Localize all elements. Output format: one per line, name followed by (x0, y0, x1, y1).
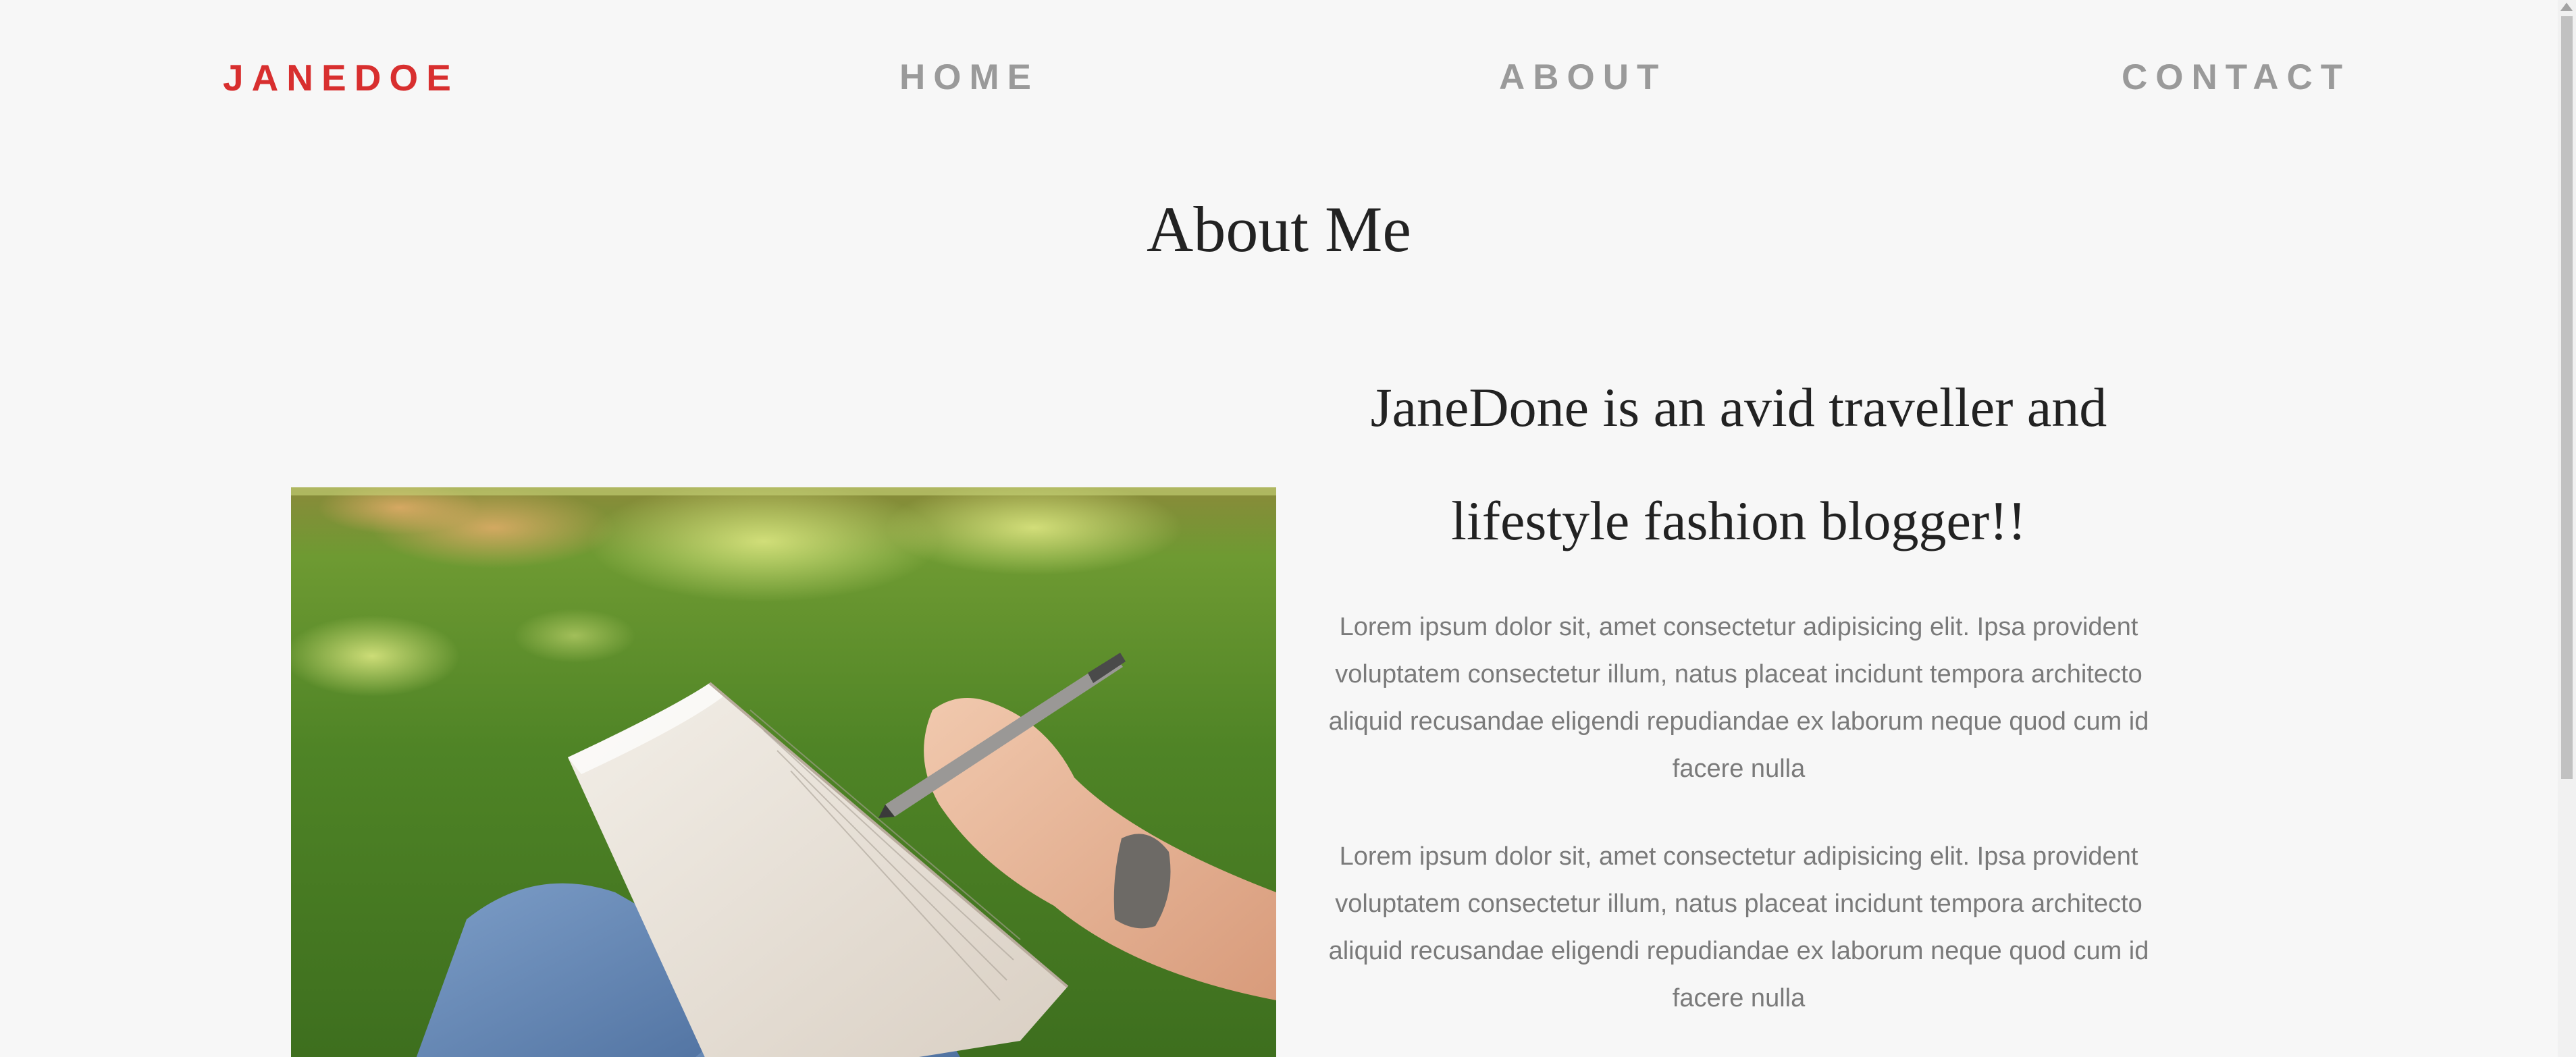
nav-link-contact[interactable]: CONTACT (2122, 54, 2350, 101)
brand-logo-link[interactable]: JANEDOE (223, 54, 459, 101)
about-paragraph: Lorem ipsum dolor sit, amet consectetur … (1328, 842, 2149, 1012)
nav-link-home[interactable]: HOME (899, 54, 1039, 101)
about-page: JANEDOE HOME ABOUT CONTACT About Me Jane… (0, 0, 2576, 1057)
page-title: About Me (1147, 193, 1411, 265)
scrollbar-thumb[interactable] (2561, 16, 2573, 779)
vertical-scrollbar[interactable] (2558, 0, 2576, 1057)
navbar: JANEDOE HOME ABOUT CONTACT (0, 0, 2558, 155)
about-paragraph: Lorem ipsum dolor sit, amet consectetur … (1328, 613, 2149, 783)
scroll-up-arrow-icon[interactable] (2560, 3, 2573, 11)
about-photo (291, 487, 1276, 1057)
woman-writing-in-notebook-image (291, 487, 1276, 1057)
about-text-column: JaneDone is an avid traveller and lifest… (1303, 351, 2174, 1022)
about-tagline: JaneDone is an avid traveller and lifest… (1370, 377, 2107, 551)
nav-link-about[interactable]: ABOUT (1499, 54, 1666, 101)
